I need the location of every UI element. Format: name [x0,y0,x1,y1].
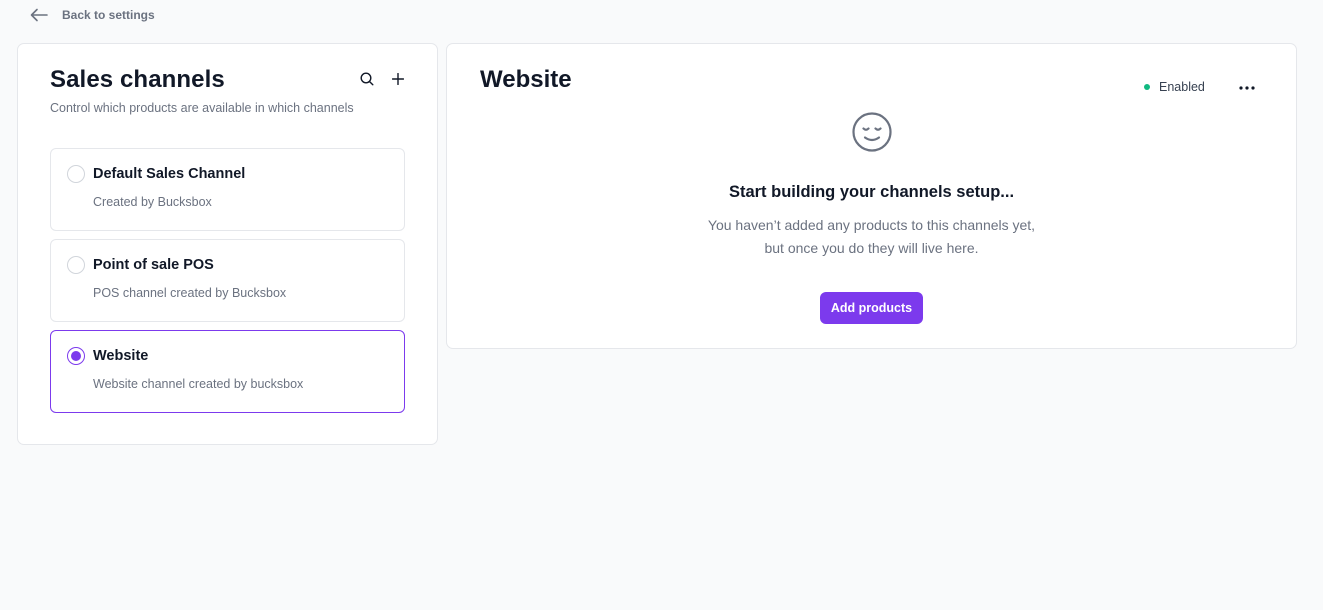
sales-channels-subtitle: Control which products are available in … [50,101,354,115]
plus-icon [391,72,405,90]
add-channel-button[interactable] [386,69,410,93]
channel-detail-panel: Website Enabled Start building your chan… [446,43,1297,349]
channel-radio-selected[interactable] [67,347,85,365]
channel-name: Website [93,348,149,364]
arrow-left-icon [30,8,48,22]
channel-radio[interactable] [67,256,85,274]
channel-description: Created by Bucksbox [93,195,212,209]
channel-card-default-sales-channel[interactable]: Default Sales Channel Created by Bucksbo… [50,148,405,231]
search-button[interactable] [355,69,379,93]
empty-state-description: You haven’t added any products to this c… [447,214,1296,260]
back-to-settings-link[interactable]: Back to settings [30,8,155,22]
more-options-button[interactable] [1235,77,1259,99]
more-horizontal-icon [1235,86,1259,103]
sales-channels-title: Sales channels [50,66,225,93]
channel-detail-title: Website [480,66,572,93]
empty-state-title: Start building your channels setup... [728,183,1015,201]
back-link-label: Back to settings [62,8,155,22]
status-dot-icon [1144,84,1150,90]
search-icon [360,71,374,91]
channel-card-website[interactable]: Website Website channel created by bucks… [50,330,405,413]
face-icon [851,111,893,158]
status-badge: Enabled [1144,80,1205,94]
channel-card-point-of-sale-pos[interactable]: Point of sale POS POS channel created by… [50,239,405,322]
channel-name: Point of sale POS [93,257,214,273]
empty-state-description-line: but once you do they will live here. [764,240,979,256]
sales-channels-panel: Sales channels Control which products ar… [17,43,438,445]
channel-name: Default Sales Channel [93,166,246,182]
status-label: Enabled [1159,80,1205,94]
add-products-button[interactable]: Add products [820,292,923,324]
channel-description: POS channel created by Bucksbox [93,286,287,300]
channel-description: Website channel created by bucksbox [93,377,304,391]
channel-radio[interactable] [67,165,85,183]
empty-state-description-line: You haven’t added any products to this c… [707,217,1036,233]
